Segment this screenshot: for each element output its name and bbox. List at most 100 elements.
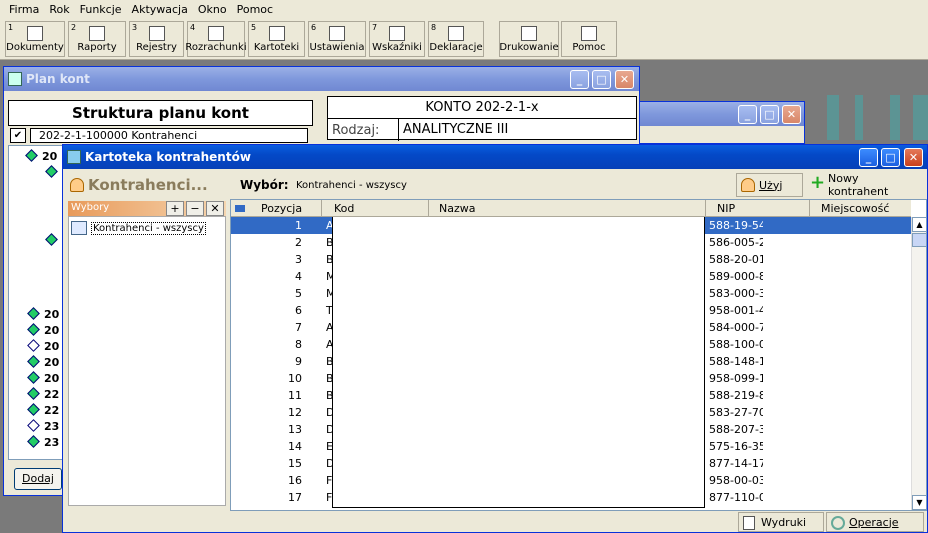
list-item[interactable]: Kontrahenci - wszyscy: [71, 221, 206, 235]
tree-node[interactable]: 23: [27, 435, 60, 449]
tree-node[interactable]: 20: [27, 339, 59, 353]
toolbar-button[interactable]: 5 Kartoteki: [248, 21, 305, 57]
use-button[interactable]: Użyj: [736, 173, 803, 197]
cell-nip: 588-100-07: [709, 338, 763, 351]
column-nip[interactable]: NIP: [717, 202, 735, 215]
menu-item[interactable]: Aktywacja: [127, 3, 193, 16]
wydruki-button[interactable]: Wydruki: [738, 512, 824, 532]
toolbar-button[interactable]: 6 Ustawienia: [308, 21, 366, 57]
selection-bar: Wybór: Kontrahenci - wszyscy Użyj + Nowy…: [230, 171, 926, 199]
toolbar-button[interactable]: Drukowanie: [499, 21, 559, 57]
window-title: Kartoteka kontrahentów: [85, 150, 251, 164]
selection-list: Kontrahenci - wszyscy: [68, 216, 226, 506]
tree-node[interactable]: 22: [27, 387, 59, 401]
app-icon: [8, 72, 22, 86]
menu-item[interactable]: Okno: [193, 3, 232, 16]
chart-icon: [389, 26, 405, 41]
scroll-down-icon[interactable]: ▼: [912, 495, 926, 510]
new-contractor-button[interactable]: + Nowy kontrahent: [806, 172, 924, 198]
column-miejscowosc[interactable]: Miejscowość: [821, 202, 889, 215]
close-button[interactable]: ✕: [904, 148, 923, 167]
toolbar-button-label: Deklaracje: [429, 42, 483, 53]
cell-nip: 588-148-10: [709, 355, 763, 368]
printer-icon: [521, 26, 537, 41]
menu-item[interactable]: Funkcje: [75, 3, 127, 16]
column-nazwa[interactable]: Nazwa: [439, 202, 475, 215]
toolbar-button[interactable]: 4 Rozrachunki: [185, 21, 247, 57]
new-contractor-label: Nowy kontrahent: [828, 172, 889, 198]
cell-nip: 575-16-35-: [709, 440, 763, 453]
delete-selection-button[interactable]: ✕: [206, 201, 224, 216]
tree-node-label: 23: [44, 436, 60, 449]
bottom-bar: Wydruki Operacje: [230, 512, 927, 532]
toolbar-button[interactable]: 3 Rejestry: [129, 21, 184, 57]
toolbar-button[interactable]: 2 Raporty: [68, 21, 126, 57]
minimize-button[interactable]: _: [859, 148, 878, 167]
cell-nip: 583-000-34: [709, 287, 763, 300]
shortcut-number: 6: [311, 23, 317, 32]
plan-kont-titlebar: Plan kont _ □ ✕: [4, 67, 639, 91]
declaration-icon: [448, 26, 464, 41]
toolbar-button[interactable]: 7 Wskaźniki: [369, 21, 425, 57]
cell-pozycja: 7: [295, 321, 302, 334]
maximize-button[interactable]: □: [760, 105, 779, 124]
maximize-button[interactable]: □: [881, 148, 900, 167]
scroll-thumb[interactable]: [912, 233, 926, 247]
minimize-button[interactable]: _: [738, 105, 757, 124]
toolbar-button-label: Wskaźniki: [372, 42, 422, 53]
toolbar-button-label: Rejestry: [136, 42, 177, 53]
close-button[interactable]: ✕: [615, 70, 634, 89]
maximize-button[interactable]: □: [592, 70, 611, 89]
minimize-button[interactable]: _: [570, 70, 589, 89]
tree-node[interactable]: 23: [27, 419, 59, 433]
cell-nip: 958-001-40: [709, 304, 763, 317]
toolbar-button-label: Kartoteki: [253, 42, 300, 53]
check-icon[interactable]: ✔: [10, 128, 26, 143]
toolbar-button[interactable]: 1 Dokumenty: [5, 21, 65, 57]
tree-node[interactable]: 20: [27, 371, 59, 385]
cell-nip: 588-219-80: [709, 389, 763, 402]
shortcut-number: 2: [71, 23, 77, 32]
scroll-up-icon[interactable]: ▲: [912, 217, 926, 232]
gear-icon: [831, 516, 845, 530]
document-icon: [27, 26, 43, 41]
settlements-icon: [208, 26, 224, 41]
use-button-label: Użyj: [759, 178, 783, 192]
cell-nip: 958-00-03-: [709, 474, 763, 487]
tree-node[interactable]: 22: [27, 403, 59, 417]
remove-selection-button[interactable]: −: [186, 201, 204, 216]
konto-title: KONTO 202-2-1-x: [328, 97, 636, 119]
toolbar-button[interactable]: 8 Deklaracje: [428, 21, 484, 57]
tree-node[interactable]: 20: [27, 355, 59, 369]
tree-node[interactable]: 20: [27, 307, 59, 321]
dodaj-button[interactable]: Dodaj: [14, 468, 62, 490]
tree-node[interactable]: [45, 233, 62, 247]
tree-node-label: 20: [44, 324, 60, 337]
toolbar-button[interactable]: Pomoc: [561, 21, 617, 57]
shortcut-number: 8: [431, 23, 437, 32]
close-button[interactable]: ✕: [782, 105, 801, 124]
selected-account-field[interactable]: 202-2-1-100000 Kontrahenci: [30, 128, 308, 143]
rodzaj-value: ANALITYCZNE III: [398, 119, 638, 141]
column-kod[interactable]: Kod: [334, 202, 354, 215]
tree-node[interactable]: [45, 165, 62, 179]
cell-nip: 958-099-17: [709, 372, 763, 385]
tree-node[interactable]: 20: [27, 323, 60, 337]
cell-nip: 589-000-85: [709, 270, 763, 283]
add-selection-button[interactable]: +: [166, 201, 184, 216]
vertical-scrollbar[interactable]: ▲ ▼: [911, 217, 926, 510]
select-all-icon[interactable]: [235, 205, 245, 212]
operacje-button[interactable]: Operacje: [826, 512, 924, 532]
contractors-icon: [70, 178, 84, 192]
account-tree[interactable]: 20 20 20 20 20 20 22 22 23 23: [8, 145, 68, 460]
rodzaj-label: Rodzaj:: [332, 123, 380, 138]
column-pozycja[interactable]: Pozycja: [261, 202, 302, 215]
menu-item[interactable]: Rok: [44, 3, 74, 16]
menu-item[interactable]: Pomoc: [232, 3, 278, 16]
menu-item[interactable]: Firma: [4, 3, 44, 16]
app-icon: [67, 150, 81, 164]
tree-node-icon: [27, 371, 40, 384]
background-window-art: [815, 95, 928, 140]
menu-bar: Firma Rok Funkcje Aktywacja Okno Pomoc: [0, 0, 928, 18]
tree-node[interactable]: 20: [25, 149, 57, 163]
